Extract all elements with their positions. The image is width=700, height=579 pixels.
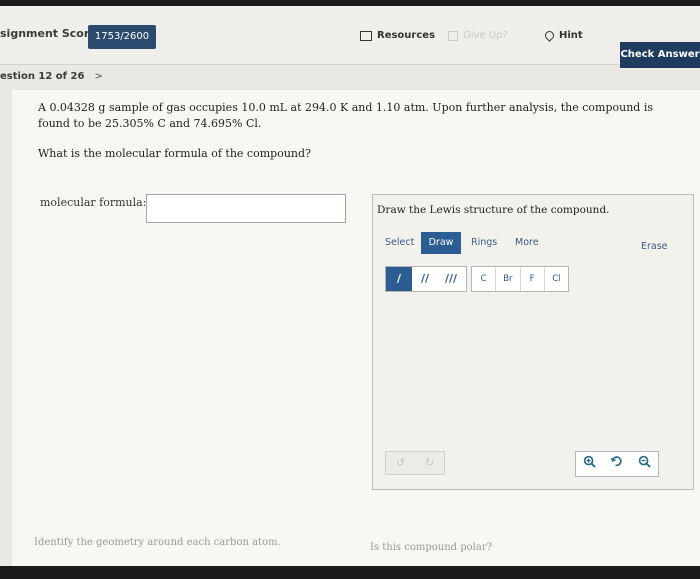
redo-icon[interactable]: ↻ xyxy=(415,452,444,474)
assignment-score-label: signment Score: xyxy=(0,27,102,40)
give-up-label: Give Up? xyxy=(463,30,508,41)
hint-button[interactable]: Hint xyxy=(543,29,583,42)
bond-tool-group: / // /// xyxy=(385,266,467,292)
lewis-structure-prompt: Draw the Lewis structure of the compound… xyxy=(377,204,610,216)
resources-label: Resources xyxy=(377,30,436,41)
zoom-out-icon[interactable] xyxy=(631,452,658,476)
zoom-reset-icon[interactable] xyxy=(603,452,630,476)
tab-more[interactable]: More xyxy=(515,232,539,254)
triple-bond-button[interactable]: /// xyxy=(438,267,464,291)
lewis-structure-editor: Draw the Lewis structure of the compound… xyxy=(372,194,694,490)
molecular-formula-label: molecular formula: xyxy=(40,196,147,209)
polarity-prompt: Is this compound polar? xyxy=(370,542,492,553)
atom-bromine-button[interactable]: Br xyxy=(496,267,521,291)
app-screen: signment Score: 1753/2600 Resources Give… xyxy=(0,6,700,566)
next-question-chevron-icon[interactable]: > xyxy=(94,71,102,82)
header-bar: signment Score: 1753/2600 Resources Give… xyxy=(0,6,700,68)
undo-icon[interactable]: ↺ xyxy=(386,452,415,474)
atom-fluorine-button[interactable]: F xyxy=(521,267,545,291)
erase-button[interactable]: Erase xyxy=(641,236,668,258)
editor-toolbar: Select Draw Rings More Erase xyxy=(373,232,693,254)
question-content: A 0.04328 g sample of gas occupies 10.0 … xyxy=(12,90,700,566)
zoom-tool-group xyxy=(575,451,659,477)
atom-tool-group: C Br F Cl xyxy=(471,266,569,292)
hint-pin-icon xyxy=(543,29,556,42)
check-answer-button[interactable]: Check Answer xyxy=(620,42,700,68)
problem-statement: A 0.04328 g sample of gas occupies 10.0 … xyxy=(38,101,653,130)
geometry-prompt: Identify the geometry around each carbon… xyxy=(34,537,281,548)
resources-button[interactable]: Resources xyxy=(360,30,435,41)
assignment-score-badge: 1753/2600 xyxy=(88,25,156,49)
atom-chlorine-button[interactable]: Cl xyxy=(545,267,568,291)
question-counter: estion 12 of 26 xyxy=(0,71,85,82)
single-bond-button[interactable]: / xyxy=(386,267,412,291)
atom-carbon-button[interactable]: C xyxy=(472,267,497,291)
double-bond-button[interactable]: // xyxy=(412,267,438,291)
question-nav: estion 12 of 26 > xyxy=(0,71,103,82)
undo-redo-group: ↺ ↻ xyxy=(385,451,445,475)
resources-icon xyxy=(360,30,372,41)
tab-select[interactable]: Select xyxy=(385,232,414,254)
tab-draw[interactable]: Draw xyxy=(421,232,461,254)
zoom-in-icon[interactable] xyxy=(576,452,603,476)
give-up-icon xyxy=(448,30,458,41)
tab-rings[interactable]: Rings xyxy=(471,232,497,254)
give-up-button[interactable]: Give Up? xyxy=(448,30,508,41)
molecular-formula-input[interactable] xyxy=(146,194,346,223)
hint-label: Hint xyxy=(559,30,583,41)
problem-question: What is the molecular formula of the com… xyxy=(38,147,311,160)
